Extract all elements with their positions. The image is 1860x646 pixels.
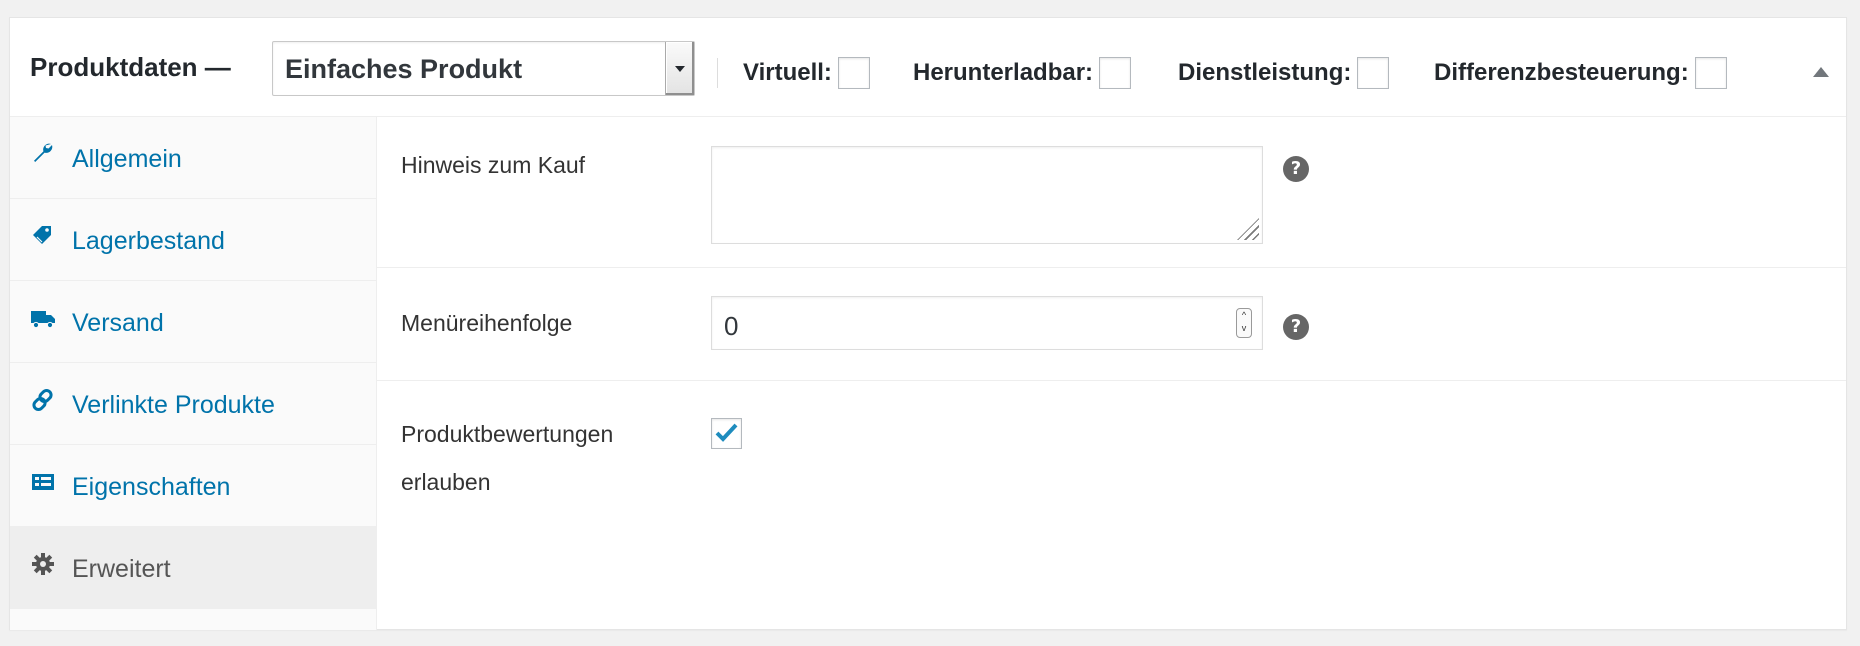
option-downloadable-checkbox[interactable]: [1099, 57, 1132, 89]
option-service-checkbox[interactable]: [1357, 57, 1390, 89]
menu-order-row: Menüreihenfolge 0 ^ v ?: [377, 268, 1846, 381]
tab-label-lagerbestand: Lagerbestand: [72, 227, 225, 255]
menu-order-value: 0: [724, 311, 739, 341]
help-icon[interactable]: ?: [1283, 156, 1309, 182]
product-data-panel: Produktdaten — Einfaches Produkt Virtuel…: [9, 17, 1847, 630]
reviews-label-line1: Produktbewertungen: [401, 421, 614, 447]
number-spinner-icon[interactable]: ^ v: [1236, 308, 1252, 338]
tab-label-eigenschaften: Eigenschaften: [72, 473, 231, 501]
product-type-value: Einfaches Produkt: [285, 54, 523, 84]
wrench-icon: [30, 141, 56, 167]
option-virtual-checkbox[interactable]: [837, 57, 870, 89]
purchase-note-textarea[interactable]: [711, 146, 1263, 244]
help-icon[interactable]: ?: [1283, 314, 1309, 340]
dropdown-arrow-icon[interactable]: [665, 42, 694, 95]
menu-order-input[interactable]: 0 ^ v: [711, 296, 1263, 350]
option-virtual[interactable]: Virtuell:: [743, 57, 870, 89]
reviews-label-line2: erlauben: [401, 469, 491, 495]
link-icon: [30, 387, 56, 413]
checkmark-icon: [715, 423, 738, 442]
triangle-up-icon[interactable]: [1806, 58, 1836, 88]
resize-handle-icon[interactable]: [1237, 218, 1259, 240]
tag-icon: [30, 223, 56, 249]
tab-label-versand: Versand: [72, 309, 164, 337]
purchase-note-label: Hinweis zum Kauf: [401, 152, 586, 178]
tab-label-allgemein: Allgemein: [72, 145, 182, 173]
tab-erweitert[interactable]: Erweitert: [10, 527, 376, 609]
tab-versand[interactable]: Versand: [10, 281, 376, 363]
tab-verlinkte-produkte[interactable]: Verlinkte Produkte: [10, 363, 376, 445]
header-divider: [717, 58, 718, 88]
menu-order-label: Menüreihenfolge: [401, 310, 573, 336]
option-service-label: Dienstleistung:: [1178, 59, 1352, 86]
option-margin-tax-label: Differenzbesteuerung:: [1434, 59, 1689, 86]
option-downloadable-label: Herunterladbar:: [913, 59, 1094, 86]
truck-icon: [30, 305, 56, 331]
option-downloadable[interactable]: Herunterladbar:: [913, 57, 1132, 89]
tab-label-erweitert: Erweitert: [72, 555, 171, 583]
product-type-select[interactable]: Einfaches Produkt: [272, 41, 695, 96]
panel-title: Produktdaten —: [30, 52, 231, 82]
tab-lagerbestand[interactable]: Lagerbestand: [10, 199, 376, 281]
option-margin-tax-checkbox[interactable]: [1694, 57, 1727, 89]
tab-label-verlinkte-produkte: Verlinkte Produkte: [72, 391, 275, 419]
tab-eigenschaften[interactable]: Eigenschaften: [10, 445, 376, 527]
enable-reviews-checkbox[interactable]: [711, 418, 742, 449]
panel-header: Produktdaten — Einfaches Produkt Virtuel…: [10, 18, 1846, 117]
product-data-tabs: Allgemein Lagerbestand Versand Verlinkte…: [10, 117, 377, 630]
tab-allgemein[interactable]: Allgemein: [10, 117, 376, 199]
option-virtual-label: Virtuell:: [743, 59, 832, 86]
option-service[interactable]: Dienstleistung:: [1178, 57, 1390, 89]
option-margin-tax[interactable]: Differenzbesteuerung:: [1434, 57, 1727, 89]
advanced-panel: Hinweis zum Kauf ? Menüreihenfolge 0 ^ v …: [377, 117, 1846, 630]
purchase-note-row: Hinweis zum Kauf ?: [377, 117, 1846, 268]
reviews-row: Produktbewertungen erlauben: [377, 381, 1846, 521]
gear-icon: [30, 551, 56, 577]
list-icon: [30, 469, 56, 495]
